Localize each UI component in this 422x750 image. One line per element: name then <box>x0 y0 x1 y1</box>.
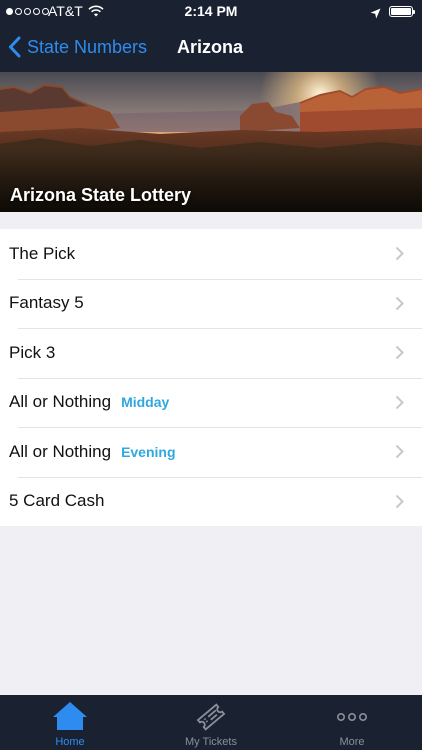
tab-home[interactable]: Home <box>0 695 140 750</box>
home-icon <box>52 701 88 736</box>
back-button[interactable]: State Numbers <box>8 36 147 58</box>
chevron-right-icon <box>395 296 404 310</box>
header: AT&T 2:14 PM State Numbers Arizona <box>0 0 422 72</box>
list-item-all-or-nothing-midday[interactable]: All or Nothing Midday <box>0 377 422 428</box>
more-dots-icon <box>336 709 368 727</box>
back-button-label: State Numbers <box>27 36 148 57</box>
tab-my-tickets-label: My Tickets <box>185 736 237 748</box>
list-item-label: Pick 3 <box>9 342 56 362</box>
list-item-the-pick[interactable]: The Pick <box>0 229 422 279</box>
chevron-right-icon <box>395 395 404 409</box>
list-item-label: Fantasy 5 <box>9 293 84 313</box>
page-title: Arizona <box>177 37 244 57</box>
draw-time-badge: Midday <box>121 394 170 411</box>
game-list: The Pick Fantasy 5 Pick 3 All or Nothing… <box>0 229 422 526</box>
list-item-5-card-cash[interactable]: 5 Card Cash <box>0 476 422 527</box>
status-time: 2:14 PM <box>184 3 238 19</box>
tab-home-label: Home <box>55 736 85 748</box>
list-item-label: All or Nothing <box>9 392 112 412</box>
chevron-right-icon <box>395 444 404 459</box>
list-item-label: All or Nothing <box>9 441 112 461</box>
battery-icon <box>389 6 415 17</box>
hero-title: Arizona State Lottery <box>10 185 192 205</box>
chevron-right-icon <box>395 345 404 360</box>
tab-my-tickets[interactable]: My Tickets <box>141 695 281 750</box>
status-bar: AT&T 2:14 PM <box>0 0 422 24</box>
list-item-label: The Pick <box>9 243 76 263</box>
tab-more[interactable]: More <box>282 695 422 750</box>
navigation-bar: State Numbers Arizona <box>0 24 422 72</box>
draw-time-badge: Evening <box>121 443 176 460</box>
list-item-all-or-nothing-evening[interactable]: All or Nothing Evening <box>0 427 422 477</box>
list-item-fantasy-5[interactable]: Fantasy 5 <box>0 278 422 329</box>
chevron-right-icon <box>395 494 404 508</box>
list-item-label: 5 Card Cash <box>9 491 105 511</box>
hero-banner: Arizona State Lottery <box>0 72 422 212</box>
chevron-left-icon <box>9 36 21 58</box>
ticket-icon <box>195 701 227 738</box>
tab-bar: Home My Tickets More <box>0 695 422 750</box>
tab-more-label: More <box>339 736 365 748</box>
chevron-right-icon <box>395 246 404 261</box>
location-arrow-icon <box>370 6 381 22</box>
list-item-pick-3[interactable]: Pick 3 <box>0 328 422 378</box>
